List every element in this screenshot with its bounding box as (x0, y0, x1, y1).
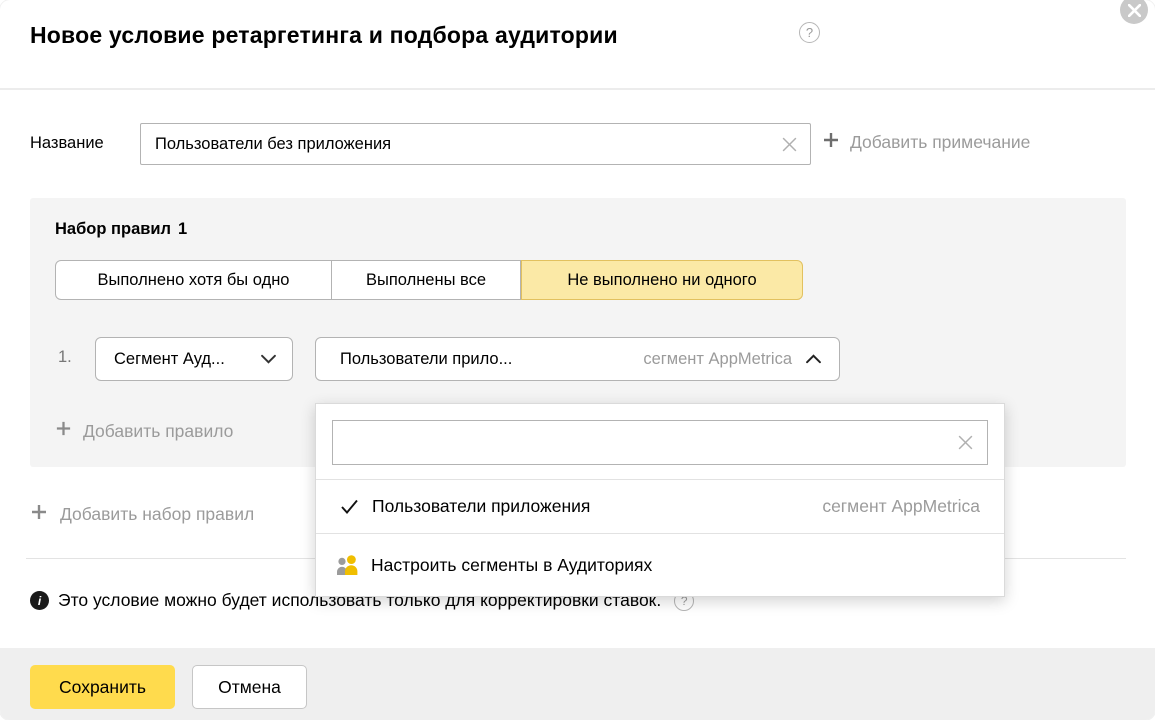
add-rule-label: Добавить правило (83, 421, 233, 442)
rule-type-value: Сегмент Ауд... (114, 350, 225, 369)
match-mode-segmented-control: Выполнено хотя бы одно Выполнены все Не … (55, 260, 803, 300)
close-icon[interactable] (1120, 0, 1148, 24)
retargeting-condition-dialog: Новое условие ретаргетинга и подбора ауд… (0, 0, 1155, 720)
add-rule-set-button[interactable]: Добавить набор правил (30, 503, 254, 526)
plus-icon (822, 131, 840, 154)
add-note-label: Добавить примечание (850, 132, 1030, 153)
page-title: Новое условие ретаргетинга и подбора ауд… (30, 22, 618, 49)
cancel-button[interactable]: Отмена (192, 665, 307, 709)
audience-logo-icon (335, 554, 360, 577)
rule-set-number: 1 (178, 220, 187, 238)
info-icon: i (30, 591, 49, 610)
name-input[interactable] (140, 123, 811, 165)
dropdown-item-label: Пользователи приложения (372, 496, 590, 517)
match-all-button[interactable]: Выполнены все (332, 260, 521, 300)
chevron-down-icon (261, 350, 276, 369)
plus-icon (55, 420, 72, 442)
segment-dropdown-popup: Пользователи приложения сегмент AppMetri… (315, 403, 1005, 597)
check-icon (340, 499, 360, 515)
add-rule-button[interactable]: Добавить правило (55, 420, 233, 442)
chevron-up-icon (806, 350, 821, 369)
dropdown-item-app-users[interactable]: Пользователи приложения сегмент AppMetri… (316, 480, 1004, 533)
clear-name-icon[interactable] (776, 131, 802, 157)
footer-bar: Сохранить Отмена (0, 648, 1155, 720)
rule-index: 1. (58, 348, 72, 367)
segment-select-value: Пользователи прило... (340, 350, 512, 369)
match-any-button[interactable]: Выполнено хотя бы одно (55, 260, 332, 300)
rule-type-select[interactable]: Сегмент Ауд... (95, 337, 293, 381)
rule-set-title: Набор правил 1 (55, 220, 187, 239)
segment-search-input[interactable] (332, 420, 988, 465)
header-divider (0, 88, 1155, 90)
dropdown-item-configure-segments[interactable]: Настроить сегменты в Аудиториях (316, 534, 1004, 597)
plus-icon (30, 503, 48, 526)
add-note-button[interactable]: Добавить примечание (822, 131, 1030, 154)
name-label: Название (30, 134, 104, 153)
title-help-icon[interactable]: ? (799, 22, 820, 43)
add-rule-set-label: Добавить набор правил (60, 504, 254, 525)
clear-search-icon[interactable] (952, 429, 978, 455)
rule-set-title-text: Набор правил (55, 220, 171, 238)
match-none-button[interactable]: Не выполнено ни одного (521, 260, 803, 300)
segment-select-hint: сегмент AppMetrica (643, 350, 806, 369)
save-button[interactable]: Сохранить (30, 665, 175, 709)
dropdown-item-label: Настроить сегменты в Аудиториях (371, 555, 652, 576)
dropdown-item-hint: сегмент AppMetrica (822, 496, 980, 517)
segment-select[interactable]: Пользователи прило... сегмент AppMetrica (315, 337, 840, 381)
